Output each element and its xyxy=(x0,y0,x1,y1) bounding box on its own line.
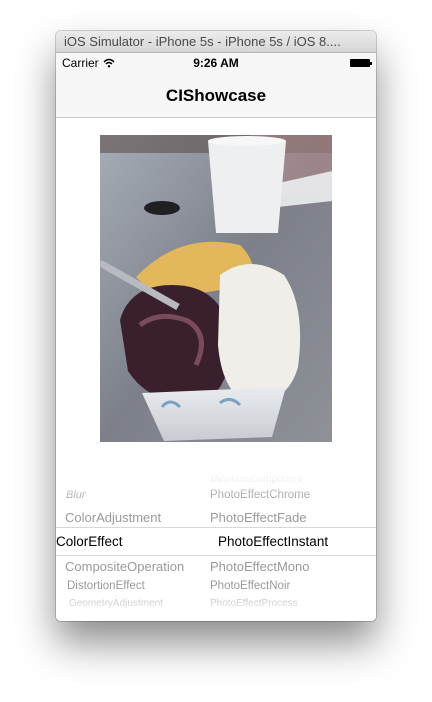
filter-picker-column[interactable]: MinimumComponent PhotoEffectChrome Photo… xyxy=(206,471,376,621)
photo-image xyxy=(100,135,332,442)
category-row[interactable]: CompositeOperation xyxy=(65,559,184,574)
filter-row-selected[interactable]: PhotoEffectInstant xyxy=(218,534,328,549)
filter-row[interactable]: PhotoEffectFade xyxy=(210,510,307,525)
filter-picker[interactable]: Blur ColorAdjustment ColorEffect Composi… xyxy=(56,471,376,621)
filter-row[interactable]: MinimumComponent xyxy=(210,474,302,485)
filter-row[interactable]: PhotoEffectMono xyxy=(210,559,310,574)
category-picker-column[interactable]: Blur ColorAdjustment ColorEffect Composi… xyxy=(56,471,206,621)
status-time: 9:26 AM xyxy=(193,56,239,70)
navigation-bar: CIShowcase xyxy=(56,73,376,118)
category-row[interactable]: GeometryAdjustment xyxy=(69,598,163,609)
category-row[interactable]: DistortionEffect xyxy=(67,580,145,592)
nav-title: CIShowcase xyxy=(165,86,267,105)
ice-cream-photo xyxy=(100,135,332,442)
category-row[interactable]: Blur xyxy=(66,489,86,501)
filter-row[interactable]: PhotoEffectProcess xyxy=(210,598,298,609)
status-bar: Carrier 9:26 AM xyxy=(56,53,376,73)
simulator-window: iOS Simulator - iPhone 5s - iPhone 5s / … xyxy=(56,31,376,621)
simulator-titlebar[interactable]: iOS Simulator - iPhone 5s - iPhone 5s / … xyxy=(56,31,376,53)
category-row[interactable]: ColorAdjustment xyxy=(65,510,161,525)
battery-icon xyxy=(350,59,372,67)
filter-row[interactable]: PhotoEffectChrome xyxy=(210,489,310,501)
window-title: iOS Simulator - iPhone 5s - iPhone 5s / … xyxy=(64,34,341,49)
filter-row[interactable]: PhotoEffectNoir xyxy=(210,580,290,592)
category-row-selected[interactable]: ColorEffect xyxy=(56,534,123,549)
